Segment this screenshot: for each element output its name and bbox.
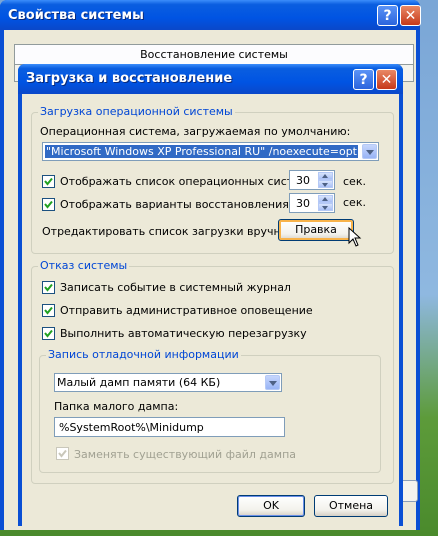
spin-up-icon[interactable] xyxy=(318,195,333,203)
write-event-checkbox[interactable] xyxy=(42,281,55,294)
tab-system-restore[interactable]: Восстановление системы xyxy=(14,44,414,65)
recovery-seconds-unit: сек. xyxy=(343,196,366,209)
system-properties-titlebar[interactable]: Свойства системы ? ✕ xyxy=(0,0,421,30)
edit-boot-list-label: Отредактировать список загрузки вручную: xyxy=(42,225,301,238)
chevron-down-icon[interactable] xyxy=(265,375,280,390)
dump-folder-label: Папка малого дампа: xyxy=(54,400,179,413)
overwrite-dump-checkbox[interactable] xyxy=(56,447,69,460)
default-os-label: Операционная система, загружаемая по умо… xyxy=(40,125,351,138)
startup-recovery-dialog: Загрузка и восстановление ? ✕ Загрузка о… xyxy=(18,64,403,526)
chevron-down-icon[interactable] xyxy=(362,144,377,159)
edit-button[interactable]: Правка xyxy=(278,219,354,241)
checkmark-icon xyxy=(44,200,53,209)
tab-system-restore-label: Восстановление системы xyxy=(140,48,288,61)
show-recovery-label: Отображать варианты восстановления: xyxy=(60,198,293,211)
spin-up-icon[interactable] xyxy=(318,172,333,180)
system-failure-legend: Отказ системы xyxy=(38,259,130,272)
show-os-list-checkbox[interactable] xyxy=(42,175,55,188)
dump-folder-value: %SystemRoot%\Minidump xyxy=(59,421,204,434)
auto-restart-checkbox[interactable] xyxy=(42,327,55,340)
auto-restart-label: Выполнить автоматическую перезагрузку xyxy=(60,327,307,340)
default-os-value: "Microsoft Windows XP Professional RU" /… xyxy=(45,145,358,158)
debug-info-legend: Запись отладочной информации xyxy=(46,348,241,361)
spin-down-icon[interactable] xyxy=(318,180,333,188)
os-list-seconds-value: 30 xyxy=(296,174,310,187)
show-recovery-checkbox[interactable] xyxy=(42,198,55,211)
write-event-label: Записать событие в системный журнал xyxy=(60,281,291,294)
dump-folder-input[interactable]: %SystemRoot%\Minidump xyxy=(54,417,285,437)
dialog-client: Загрузка операционной системы Операционн… xyxy=(22,94,399,526)
os-list-seconds-spinner[interactable]: 30 xyxy=(289,170,335,190)
os-list-seconds-unit: сек. xyxy=(343,175,366,188)
close-icon[interactable]: ✕ xyxy=(400,5,421,26)
checkmark-icon xyxy=(44,177,53,186)
dump-type-select[interactable]: Малый дамп памяти (64 КБ) xyxy=(54,373,282,392)
send-alert-label: Отправить административное оповещение xyxy=(60,304,313,317)
dump-type-value: Малый дамп памяти (64 КБ) xyxy=(57,376,221,389)
show-os-list-label: Отображать список операционных систем: xyxy=(60,175,312,188)
checkmark-icon xyxy=(44,329,53,338)
dialog-help-icon[interactable]: ? xyxy=(353,69,374,90)
recovery-seconds-value: 30 xyxy=(296,197,310,210)
startup-group-legend: Загрузка операционной системы xyxy=(38,105,235,118)
send-alert-checkbox[interactable] xyxy=(42,304,55,317)
ok-button[interactable]: OK xyxy=(237,495,305,517)
dialog-titlebar[interactable]: Загрузка и восстановление ? ✕ xyxy=(18,64,403,94)
dialog-title: Загрузка и восстановление xyxy=(26,71,233,86)
help-icon[interactable]: ? xyxy=(377,5,398,26)
dialog-close-icon[interactable]: ✕ xyxy=(376,69,397,90)
overwrite-dump-label: Заменять существующий файл дампа xyxy=(74,448,297,461)
spin-down-icon[interactable] xyxy=(318,203,333,211)
recovery-seconds-spinner[interactable]: 30 xyxy=(289,193,335,213)
cancel-button[interactable]: Отмена xyxy=(314,495,388,517)
system-properties-title: Свойства системы xyxy=(8,8,144,23)
checkmark-icon xyxy=(44,283,53,292)
cursor-icon xyxy=(348,227,362,247)
checkmark-icon xyxy=(44,306,53,315)
checkmark-icon xyxy=(58,449,67,458)
default-os-select[interactable]: "Microsoft Windows XP Professional RU" /… xyxy=(42,142,379,161)
